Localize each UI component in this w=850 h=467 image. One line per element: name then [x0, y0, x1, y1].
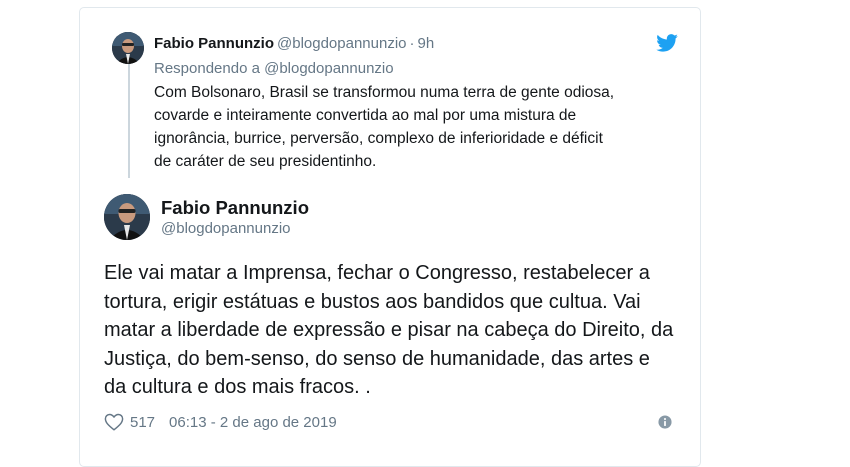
- author-name[interactable]: Fabio Pannunzio: [154, 35, 274, 52]
- tweet-time[interactable]: 9h: [418, 35, 435, 52]
- text-line: covarde e inteiramente convertida ao mal…: [154, 107, 577, 124]
- separator-dot: ·: [409, 35, 415, 52]
- author-handle[interactable]: @blogdopannunzio: [277, 35, 407, 52]
- thread-connector-line: [128, 60, 130, 178]
- author-handle[interactable]: @blogdopannunzio: [161, 220, 291, 237]
- quoted-tweet-header: Fabio Pannunzio @blogdopannunzio · 9h: [154, 35, 434, 52]
- heart-icon[interactable]: [104, 413, 124, 431]
- quoted-tweet-text: Com Bolsonaro, Brasil se transformou num…: [154, 81, 694, 173]
- text-line: Ele vai matar a Imprensa, fechar o Congr…: [104, 262, 650, 284]
- replying-to-label[interactable]: Respondendo a @blogdopannunzio: [154, 60, 394, 77]
- text-line: tortura, erigir estátuas e bustos aos ba…: [104, 290, 641, 313]
- tweet-text: Ele vai matar a Imprensa, fechar o Congr…: [104, 259, 694, 402]
- like-count[interactable]: 517: [130, 414, 155, 431]
- avatar[interactable]: [104, 194, 150, 240]
- author-name[interactable]: Fabio Pannunzio: [161, 197, 309, 219]
- avatar-image: [104, 194, 150, 240]
- text-line: matar a liberdade de expressão e pisar n…: [104, 319, 674, 341]
- tweet-footer: 517 06:13 - 2 de ago de 2019: [104, 411, 337, 433]
- text-line: ignorância, burrice, perversão, complexo…: [154, 130, 603, 147]
- avatar[interactable]: [112, 32, 144, 64]
- tweet-timestamp[interactable]: 06:13 - 2 de ago de 2019: [169, 414, 337, 431]
- text-line: Justiça, do bem-senso, do senso de human…: [104, 347, 650, 370]
- twitter-bird-icon[interactable]: [656, 34, 678, 52]
- text-line: da cultura e dos mais fracos. .: [104, 376, 371, 398]
- text-line: de caráter de seu presidentinho.: [154, 153, 377, 170]
- avatar-image: [112, 32, 144, 64]
- text-line: Com Bolsonaro, Brasil se transformou num…: [154, 84, 615, 101]
- info-icon[interactable]: [658, 415, 672, 429]
